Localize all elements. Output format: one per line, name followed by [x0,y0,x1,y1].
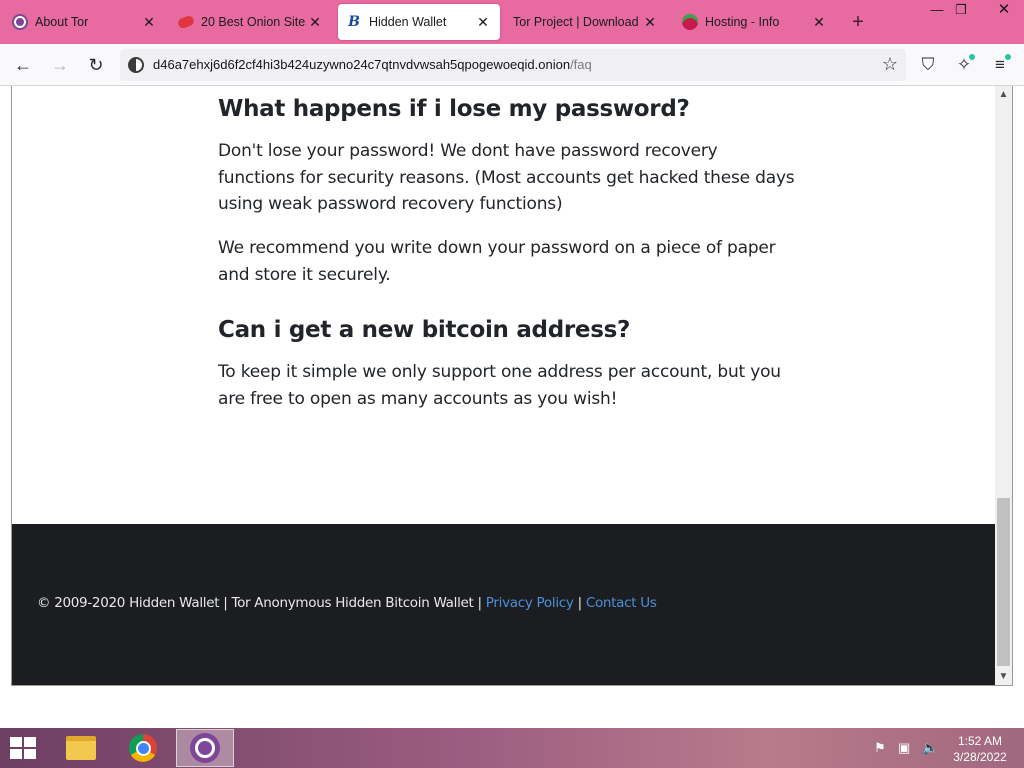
tab-label: Tor Project | Download [513,15,639,29]
footer: © 2009-2020 Hidden Wallet | Tor Anonymou… [12,524,996,685]
vertical-scrollbar[interactable]: ▲ ▼ [995,86,1012,685]
faq-answer: We recommend you write down your passwor… [218,238,776,285]
onion-icon [176,14,196,30]
close-window-button[interactable]: ✕ [986,0,1022,22]
copyright-text: © 2009-2020 Hidden Wallet | Tor Anonymou… [37,595,482,611]
navigation-bar: ← → ↻ d46a7ehxj6d6f2cf4hi3b424uzywno24c7… [0,44,1024,86]
scrollbar-thumb[interactable] [997,498,1010,666]
onion-site-icon[interactable] [128,57,144,73]
close-icon[interactable]: ✕ [810,14,828,31]
bitcoin-icon: B [348,14,360,30]
close-icon[interactable]: ✕ [140,14,158,31]
footer-separator: | [577,595,583,611]
faq-answer: Don't lose your password! We dont have p… [218,141,795,214]
back-button[interactable]: ← [11,53,35,77]
raspberry-pi-icon [682,14,698,30]
volume-muted-icon[interactable]: 🔈 [922,740,938,756]
tab-hidden-wallet[interactable]: B Hidden Wallet ✕ [338,4,500,40]
privacy-policy-link[interactable]: Privacy Policy [486,595,574,611]
forward-button[interactable]: → [48,53,72,77]
tab-label: 20 Best Onion Sites on [201,15,306,29]
network-icon[interactable]: ▣ [898,740,910,756]
shield-icon[interactable]: ⛉ [916,53,940,77]
tab-tor-download[interactable]: Tor Project | Download ✕ [505,4,667,40]
tab-label: About Tor [35,15,89,29]
restore-button[interactable]: ❐ [946,0,976,22]
tab-hosting-info[interactable]: Hosting - Info ✕ [674,4,836,40]
scroll-up-arrow-icon[interactable]: ▲ [995,86,1012,103]
tor-circuit-icon[interactable]: ✧ [952,53,976,77]
page-viewport: What happens if i lose my password? Don'… [11,86,1013,686]
clock-time: 1:52 AM [957,734,1003,748]
menu-icon[interactable]: ≡ [988,53,1012,77]
tab-label: Hosting - Info [705,15,780,29]
close-icon[interactable]: ✕ [474,14,492,31]
tab-strip: About Tor ✕ 20 Best Onion Sites on ✕ B H… [0,0,1024,44]
bookmark-star-icon[interactable]: ☆ [882,54,898,75]
reload-button[interactable]: ↻ [84,53,108,77]
footer-text: © 2009-2020 Hidden Wallet | Tor Anonymou… [37,595,657,611]
system-clock[interactable]: 1:52 AM 3/28/2022 [944,733,1016,765]
scroll-down-arrow-icon[interactable]: ▼ [995,668,1012,685]
tab-onion-sites[interactable]: 20 Best Onion Sites on ✕ [170,4,332,40]
file-explorer-icon[interactable] [52,729,110,767]
new-tab-button[interactable]: + [848,11,868,34]
tab-about-tor[interactable]: About Tor ✕ [4,4,166,40]
tor-browser-taskbar-icon[interactable] [176,729,234,767]
faq-answer: To keep it simple we only support one ad… [218,362,781,409]
url-path: /faq [570,57,592,72]
faq-question: What happens if i lose my password? [218,96,690,122]
action-center-flag-icon[interactable]: ⚑ [874,740,886,756]
contact-us-link[interactable]: Contact Us [586,595,657,611]
url-host: d46a7ehxj6d6f2cf4hi3b424uzywno24c7qtnvdv… [153,57,571,72]
chrome-icon[interactable] [114,729,172,767]
taskbar: ⚑ ▣ 🔈 1:52 AM 3/28/2022 [0,728,1024,768]
url-bar[interactable]: d46a7ehxj6d6f2cf4hi3b424uzywno24c7qtnvdv… [120,49,906,81]
tab-label: Hidden Wallet [369,15,447,29]
close-icon[interactable]: ✕ [641,14,659,31]
tor-icon [12,14,28,30]
url-text[interactable]: d46a7ehxj6d6f2cf4hi3b424uzywno24c7qtnvdv… [153,57,592,72]
clock-date: 3/28/2022 [953,750,1007,764]
windows-start-icon[interactable] [10,737,38,761]
close-icon[interactable]: ✕ [306,14,324,31]
faq-question: Can i get a new bitcoin address? [218,317,631,343]
